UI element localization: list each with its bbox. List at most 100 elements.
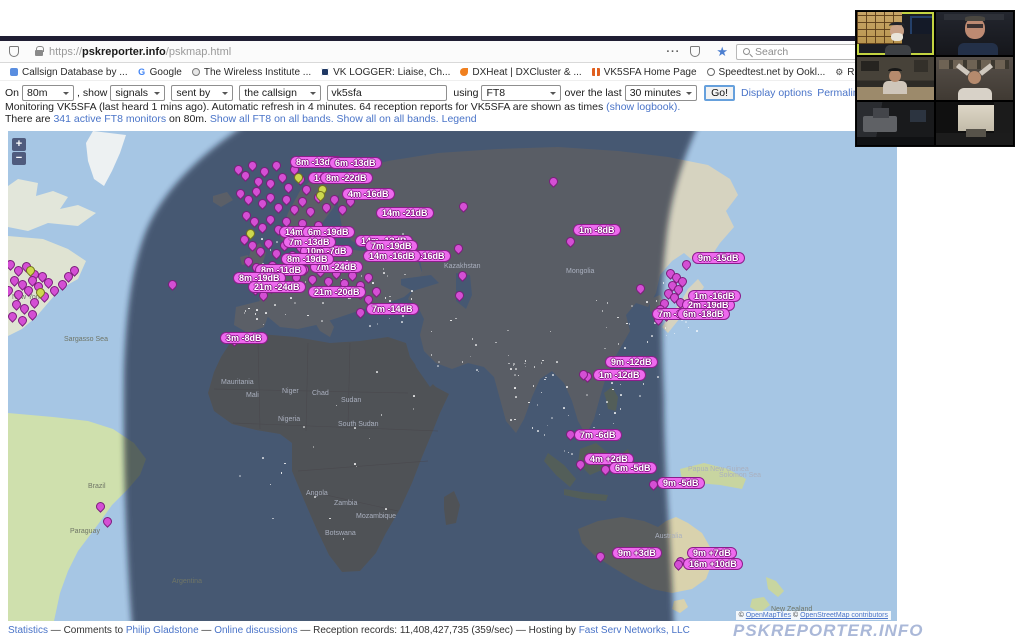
bookmark-label: Google bbox=[150, 67, 182, 78]
band-select[interactable]: 80m bbox=[22, 85, 74, 101]
footer-link[interactable]: Fast Serv Networks, LLC bbox=[579, 625, 690, 636]
report-label[interactable]: 1m -8dB bbox=[573, 224, 621, 236]
video-decor bbox=[857, 137, 934, 145]
video-tile-3[interactable] bbox=[857, 57, 934, 100]
monitor-pin[interactable] bbox=[456, 269, 469, 282]
go-button[interactable]: Go! bbox=[704, 85, 735, 101]
monitor-pin[interactable] bbox=[264, 177, 277, 190]
report-label[interactable]: 21m -20dB bbox=[308, 286, 366, 298]
report-label[interactable]: 9m +3dB bbox=[612, 547, 662, 559]
report-label[interactable]: 6m -13dB bbox=[329, 157, 382, 169]
report-label[interactable]: 1m -12dB bbox=[593, 369, 646, 381]
monitor-pin[interactable] bbox=[300, 183, 313, 196]
callsign-kind-select[interactable]: the callsign bbox=[239, 85, 321, 101]
bookmark-label: The Wireless Institute ... bbox=[204, 67, 311, 78]
report-label[interactable]: 14m -16dB bbox=[363, 250, 421, 262]
mode-select[interactable]: FT8 bbox=[481, 85, 561, 101]
report-label[interactable]: 21m -24dB bbox=[248, 281, 306, 293]
url-bar[interactable]: https://pskreporter.info/pskmap.html bbox=[49, 46, 231, 58]
attribution-text: © bbox=[791, 612, 800, 619]
bookmark-star-icon[interactable]: ★ bbox=[716, 44, 728, 60]
monitor-pin[interactable] bbox=[634, 282, 647, 295]
footer-link[interactable]: Philip Gladstone bbox=[126, 625, 199, 636]
status2-link[interactable]: Show all FT8 on all bands. bbox=[210, 113, 334, 125]
bookmark-item[interactable]: The Wireless Institute ... bbox=[192, 67, 311, 78]
video-tile-1[interactable] bbox=[857, 12, 934, 55]
map-place-label: Paraguay bbox=[70, 528, 100, 535]
status1-link[interactable]: (show logbook). bbox=[606, 101, 680, 113]
what-select[interactable]: signals bbox=[110, 85, 165, 101]
padlock-icon[interactable] bbox=[35, 50, 43, 56]
monitor-pin[interactable] bbox=[16, 314, 29, 327]
bookmark-label: Speedtest.net by Ookl... bbox=[719, 67, 826, 78]
monitor-pin[interactable] bbox=[452, 242, 465, 255]
world-map[interactable]: 8m -13dB6m -13dB14m -20dB8m -22dB4m -16d… bbox=[8, 131, 897, 621]
attribution-text: © bbox=[739, 612, 746, 619]
report-label[interactable]: 9m -5dB bbox=[657, 477, 705, 489]
video-tile-6[interactable] bbox=[936, 102, 1013, 145]
report-label[interactable]: 7m -14dB bbox=[366, 303, 419, 315]
pocket-shield-icon[interactable] bbox=[690, 46, 700, 57]
report-label[interactable]: 7m -6dB bbox=[574, 429, 622, 441]
bookmark-item[interactable]: VK LOGGER: Liaise, Ch... bbox=[321, 67, 450, 78]
monitor-pin[interactable] bbox=[547, 175, 560, 188]
search-icon bbox=[743, 48, 750, 55]
map-zoom-in-button[interactable]: + bbox=[12, 138, 26, 151]
monitor-pin[interactable] bbox=[94, 500, 107, 513]
monitor-pin[interactable] bbox=[680, 258, 693, 271]
attribution-link[interactable]: OpenMapTiles bbox=[746, 612, 791, 619]
report-label[interactable]: 1m -16dB bbox=[688, 290, 741, 302]
window-select[interactable]: 30 minutes bbox=[625, 85, 697, 101]
report-label[interactable]: 7m -13dB bbox=[283, 236, 336, 248]
report-label[interactable]: 9m -12dB bbox=[605, 356, 658, 368]
map-zoom-out-button[interactable]: − bbox=[12, 152, 26, 165]
monitor-pin[interactable] bbox=[304, 205, 317, 218]
g-icon: G bbox=[138, 68, 146, 76]
bookmark-item[interactable]: Speedtest.net by Ookl... bbox=[707, 67, 826, 78]
tracking-shield-icon[interactable] bbox=[9, 46, 19, 57]
report-label[interactable]: 3m -8dB bbox=[220, 332, 268, 344]
monitor-pin[interactable] bbox=[453, 289, 466, 302]
report-label[interactable]: 6m -18dB bbox=[677, 308, 730, 320]
display-options-link[interactable]: Display options bbox=[741, 87, 812, 99]
status2-link[interactable]: 341 active FT8 monitors bbox=[53, 113, 166, 125]
report-label[interactable]: 4m -16dB bbox=[342, 188, 395, 200]
map-place-label: Sudan bbox=[341, 397, 361, 404]
report-label[interactable]: 16m +10dB bbox=[683, 558, 743, 570]
video-tile-4[interactable] bbox=[936, 57, 1013, 100]
status2-link[interactable]: Show all on all bands. bbox=[337, 113, 439, 125]
map-place-label: Kazakhstan bbox=[444, 263, 481, 270]
callsign-input[interactable] bbox=[327, 85, 447, 101]
page-actions-icon[interactable]: ··· bbox=[666, 46, 680, 58]
footer-link[interactable]: Statistics bbox=[8, 625, 48, 636]
monitor-pin[interactable] bbox=[101, 515, 114, 528]
video-decor bbox=[885, 45, 911, 55]
bookmark-item[interactable]: G Google bbox=[138, 67, 182, 78]
monitor-pin[interactable] bbox=[564, 235, 577, 248]
report-label[interactable]: 8m -19dB bbox=[281, 253, 334, 265]
report-label[interactable]: 14m -21dB bbox=[376, 207, 434, 219]
footer-link[interactable]: Online discussions bbox=[214, 625, 297, 636]
monitor-pin[interactable] bbox=[594, 550, 607, 563]
monitor-pin[interactable] bbox=[258, 165, 271, 178]
monitor-pin[interactable] bbox=[457, 200, 470, 213]
monitor-pin[interactable] bbox=[246, 159, 259, 172]
monitor-pin[interactable] bbox=[354, 306, 367, 319]
bookmark-item[interactable]: Callsign Database by ... bbox=[10, 67, 128, 78]
monitors-count-line: There are 341 active FT8 monitors on 80m… bbox=[5, 113, 477, 125]
direction-select[interactable]: sent by bbox=[171, 85, 233, 101]
gear-icon: ⚙ bbox=[835, 68, 843, 76]
report-label[interactable]: 6m -5dB bbox=[609, 462, 657, 474]
monitor-pin[interactable] bbox=[166, 278, 179, 291]
video-conference-overlay[interactable] bbox=[855, 10, 1015, 147]
video-tile-5[interactable] bbox=[857, 102, 934, 145]
report-label[interactable]: 9m -15dB bbox=[692, 252, 745, 264]
bookmark-item[interactable]: VK5SFA Home Page bbox=[592, 67, 697, 78]
video-tile-2[interactable] bbox=[936, 12, 1013, 55]
bookmark-item[interactable]: DXHeat | DXCluster & ... bbox=[460, 67, 581, 78]
monitor-pin[interactable] bbox=[282, 181, 295, 194]
attribution-link[interactable]: OpenStreetMap contributors bbox=[800, 612, 888, 619]
monitor-pin[interactable] bbox=[270, 159, 283, 172]
status2-link[interactable]: Legend bbox=[442, 113, 477, 125]
report-label[interactable]: 8m -22dB bbox=[320, 172, 373, 184]
